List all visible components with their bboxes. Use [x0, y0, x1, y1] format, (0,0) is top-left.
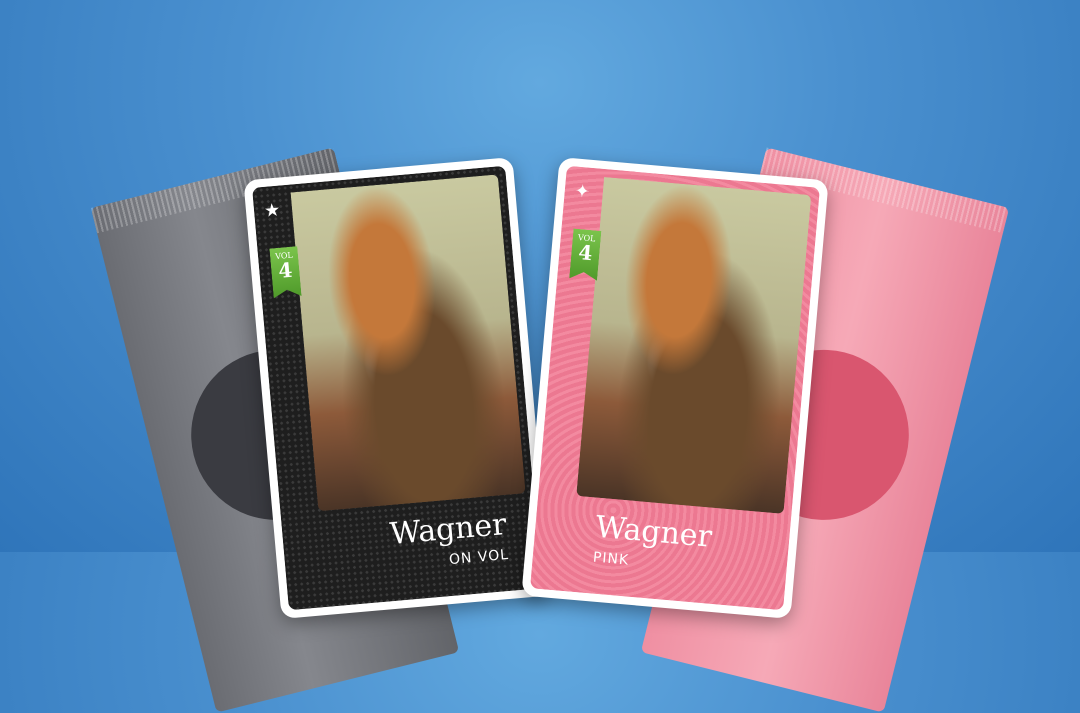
vol-ribbon: VOL 4 [269, 246, 301, 298]
card-name: Wagner [388, 507, 508, 553]
vol-ribbon: VOL 4 [569, 229, 601, 281]
card-subtitle: PINK [592, 549, 630, 569]
vol-number: 4 [277, 257, 294, 283]
card-carbon[interactable]: ★ VOL 4 Wagner ON VOL [243, 157, 551, 619]
card-subtitle: ON VOL [448, 546, 510, 569]
cat-photo [290, 174, 526, 512]
card-name: Wagner [594, 509, 714, 555]
card-pink[interactable]: ✦ VOL 4 Wagner PINK [521, 157, 829, 619]
cat-photo [576, 177, 812, 514]
vol-number: 4 [577, 240, 594, 266]
star-icon: ★ [263, 199, 282, 222]
sparkle-icon: ✦ [573, 180, 591, 203]
